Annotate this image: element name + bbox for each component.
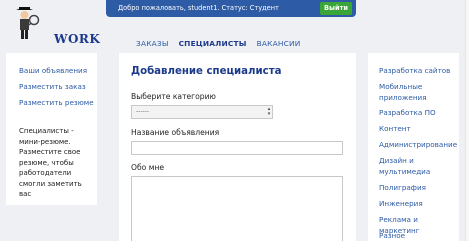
category-sidebar: Разработка сайтов Мобильные приложения Р… (368, 53, 459, 241)
tab-orders[interactable]: ЗАКАЗЫ (136, 39, 169, 48)
category-select[interactable]: ------ ▴ ▾ (131, 105, 273, 119)
tab-specialists[interactable]: СПЕЦИАЛИСТЫ (179, 39, 247, 48)
category-link-content[interactable]: Контент (379, 124, 455, 135)
select-arrows-icon: ▴ ▾ (267, 106, 271, 117)
category-link-mobile-apps[interactable]: Мобильные приложения (379, 82, 455, 103)
sidebar-note: Специалисты - мини-резюме. Разместите св… (19, 127, 82, 198)
category-label: Выберите категорию (131, 92, 216, 101)
sidebar-link-post-order[interactable]: Разместить заказ (19, 82, 86, 91)
main-nav: ЗАКАЗЫ СПЕЦИАЛИСТЫ ВАКАНСИИ (136, 39, 300, 48)
category-link-web-dev[interactable]: Разработка сайтов (379, 66, 455, 77)
tab-vacancies[interactable]: ВАКАНСИИ (257, 39, 301, 48)
welcome-text: Добро пожаловать, student1. Статус: Студ… (118, 4, 279, 12)
ad-title-input[interactable] (131, 141, 343, 155)
logout-button[interactable]: Выйти (320, 2, 352, 15)
category-link-design-multimedia[interactable]: Дизайн и мультимедиа (379, 156, 455, 177)
student-with-magnifier-icon (16, 7, 40, 39)
sidebar-link-my-ads[interactable]: Ваши объявления (19, 66, 87, 75)
category-link-misc[interactable]: Разное (379, 231, 455, 241)
user-status-bar: Добро пожаловать, student1. Статус: Студ… (106, 0, 356, 17)
site-logo[interactable]: WORK (10, 6, 100, 46)
page-scrollbar[interactable] (465, 0, 469, 241)
category-link-printing[interactable]: Полиграфия (379, 183, 455, 194)
ad-title-label: Название объявления (131, 128, 220, 137)
left-sidebar: Ваши объявления Разместить заказ Размест… (6, 53, 97, 205)
page-title: Добавление специалиста (131, 66, 282, 77)
category-select-value: ------ (136, 108, 149, 115)
category-link-administration[interactable]: Администрирование (379, 140, 457, 151)
category-link-software-dev[interactable]: Разработка ПО (379, 108, 455, 119)
about-label: Обо мне (131, 163, 165, 172)
about-textarea[interactable] (131, 176, 343, 241)
sidebar-link-post-resume[interactable]: Разместить резюме (19, 98, 94, 107)
logo-text: WORK (54, 32, 101, 46)
category-link-engineering[interactable]: Инженерия (379, 199, 455, 210)
add-specialist-form: Добавление специалиста Выберите категори… (119, 53, 356, 241)
